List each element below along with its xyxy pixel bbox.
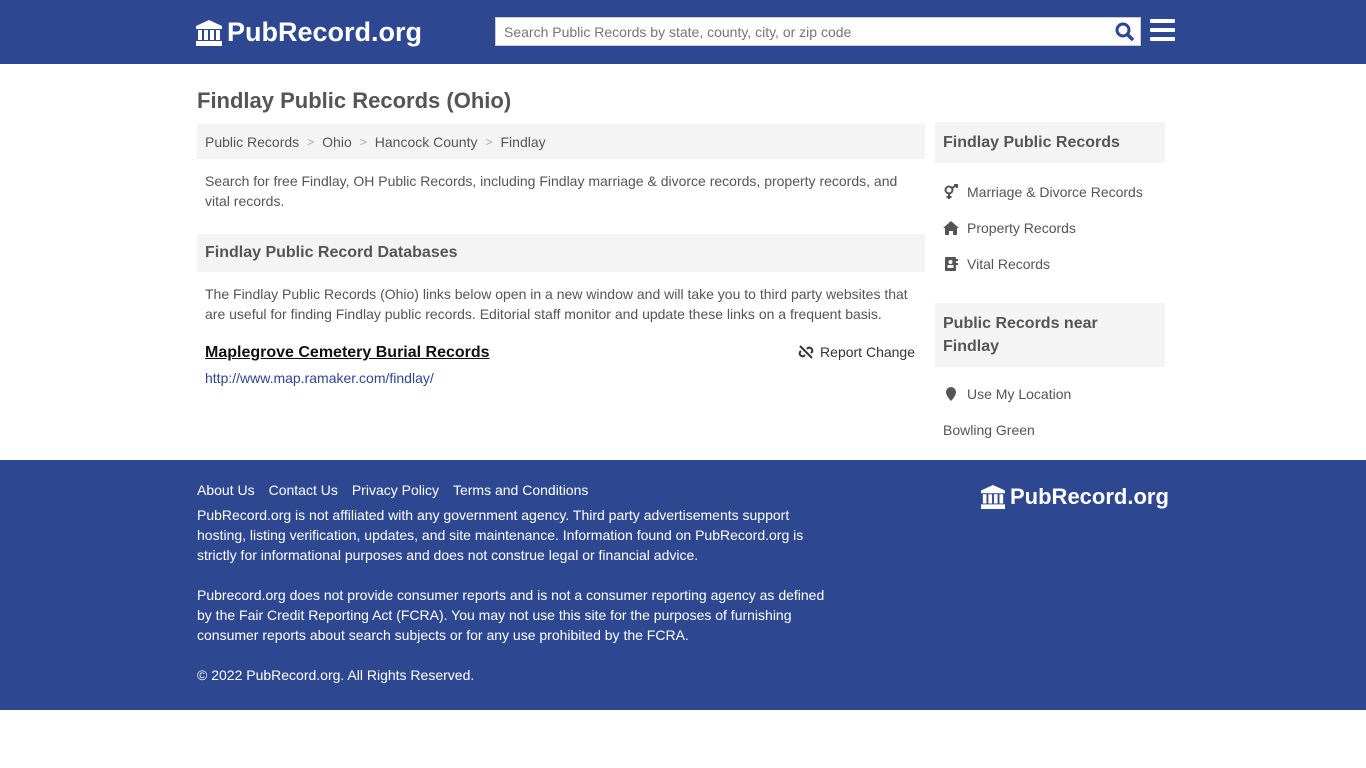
footer: About Us Contact Us Privacy Policy Terms… xyxy=(0,460,1366,710)
breadcrumb-ohio[interactable]: Ohio xyxy=(322,134,352,150)
address-book-icon xyxy=(945,257,958,271)
breadcrumb-hancock-county[interactable]: Hancock County xyxy=(375,134,478,150)
record-url[interactable]: http://www.map.ramaker.com/findlay/ xyxy=(205,370,917,386)
sidebar: Findlay Public Records Marriage & Divorc… xyxy=(935,122,1165,448)
search-button[interactable] xyxy=(1110,18,1140,45)
footer-copyright: © 2022 PubRecord.org. All Rights Reserve… xyxy=(197,667,475,683)
report-change-button[interactable]: Report Change xyxy=(798,344,915,360)
courthouse-icon xyxy=(981,485,1005,509)
search-bar xyxy=(495,17,1141,46)
footer-about-us[interactable]: About Us xyxy=(197,482,255,498)
page-title: Findlay Public Records (Ohio) xyxy=(197,88,512,113)
databases-description: The Findlay Public Records (Ohio) links … xyxy=(205,286,908,322)
nearby-title: Public Records near Findlay xyxy=(935,303,1165,367)
report-change-label: Report Change xyxy=(820,344,915,360)
site-logo[interactable]: PubRecord.org xyxy=(195,17,422,48)
footer-links: About Us Contact Us Privacy Policy Terms… xyxy=(197,482,588,498)
courthouse-icon xyxy=(196,19,222,46)
footer-logo-text: PubRecord.org xyxy=(1010,484,1169,509)
sidebar-item-marriage-divorce[interactable]: Marriage & Divorce Records xyxy=(935,174,1165,210)
breadcrumb: Public Records > Ohio > Hancock County > Fi… xyxy=(197,124,925,159)
footer-logo[interactable]: PubRecord.org xyxy=(980,484,1169,510)
sidebar-item-label: Marriage & Divorce Records xyxy=(967,184,1143,200)
sidebar-item-property[interactable]: Property Records xyxy=(935,210,1165,246)
footer-contact-us[interactable]: Contact Us xyxy=(269,482,338,498)
search-input[interactable] xyxy=(496,23,1110,40)
footer-privacy-policy[interactable]: Privacy Policy xyxy=(352,482,439,498)
map-marker-icon xyxy=(946,387,956,401)
footer-fcra-notice: Pubrecord.org does not provide consumer … xyxy=(197,587,825,643)
broken-link-icon xyxy=(798,345,814,359)
sidebar-item-vital[interactable]: Vital Records xyxy=(935,246,1165,282)
footer-disclaimer: PubRecord.org is not affiliated with any… xyxy=(197,507,804,563)
sidebar-item-label: Vital Records xyxy=(967,256,1051,272)
record-item: Maplegrove Cemetery Burial Records Repor… xyxy=(197,344,925,386)
use-my-location-label: Use My Location xyxy=(967,386,1072,402)
search-icon xyxy=(1115,22,1135,41)
breadcrumb-findlay: Findlay xyxy=(500,133,546,150)
sidebar-title: Findlay Public Records xyxy=(935,122,1165,163)
breadcrumb-public-records[interactable]: Public Records xyxy=(205,134,299,150)
record-title-link[interactable]: Maplegrove Cemetery Burial Records xyxy=(205,344,490,361)
venus-mars-icon xyxy=(944,184,958,199)
footer-terms[interactable]: Terms and Conditions xyxy=(453,482,588,498)
databases-heading: Findlay Public Record Databases xyxy=(197,234,925,272)
menu-icon[interactable] xyxy=(1150,19,1175,46)
use-my-location-button[interactable]: Use My Location xyxy=(935,376,1165,412)
header: PubRecord.org xyxy=(0,0,1366,64)
intro-text: Search for free Findlay, OH Public Recor… xyxy=(205,173,898,209)
sidebar-item-label: Property Records xyxy=(967,220,1076,236)
logo-text: PubRecord.org xyxy=(227,17,423,47)
home-icon xyxy=(943,221,959,235)
nearby-link-bowling-green[interactable]: Bowling Green xyxy=(935,412,1165,448)
